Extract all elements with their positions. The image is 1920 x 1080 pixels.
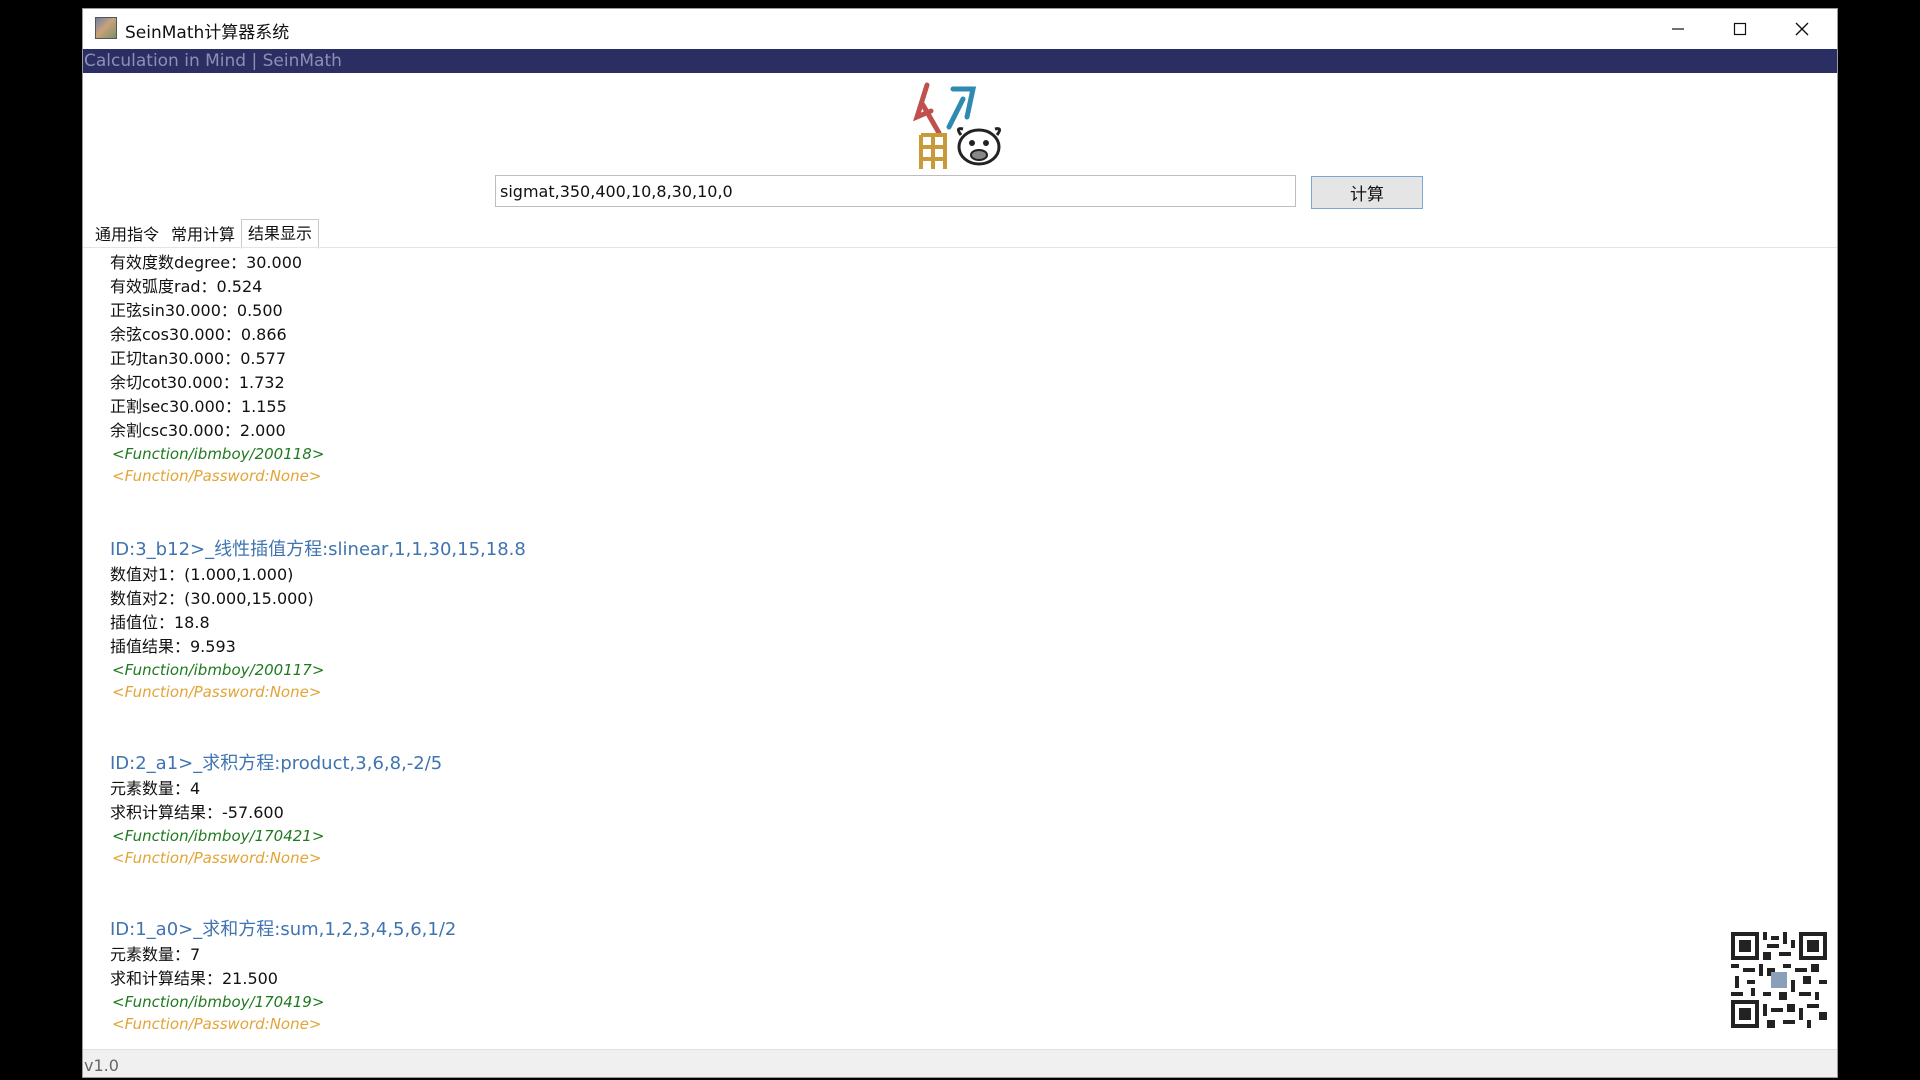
tab-bar: 通用指令 常用计算 结果显示 (89, 218, 320, 249)
result-block: ID:2_a1>_求积方程:product,3,6,8,-2/5 元素数量：4 … (110, 751, 1710, 869)
seinmath-logo-icon (912, 82, 1002, 169)
password-tag: <Function/Password:None> (112, 849, 322, 867)
function-tag: <Function/ibmboy/200118> (112, 445, 325, 463)
result-title: ID:2_a1>_求积方程:product,3,6,8,-2/5 (110, 753, 443, 774)
result-line: 余弦cos30.000：0.866 (110, 325, 287, 344)
maximize-button[interactable] (1709, 9, 1771, 49)
result-block: ID:3_b12>_线性插值方程:slinear,1,1,30,15,18.8 … (110, 537, 1710, 703)
result-line: 插值结果：9.593 (110, 637, 236, 656)
close-button[interactable] (1771, 9, 1833, 49)
minimize-button[interactable] (1647, 9, 1709, 49)
maximize-icon (1733, 22, 1747, 36)
result-line: 求积计算结果：-57.600 (110, 803, 284, 822)
close-icon (1795, 22, 1809, 36)
tab-results[interactable]: 结果显示 (241, 219, 320, 249)
result-line: 元素数量：4 (110, 779, 201, 798)
calculate-button[interactable]: 计算 (1311, 176, 1423, 209)
result-title: ID:3_b12>_线性插值方程:slinear,1,1,30,15,18.8 (110, 539, 526, 560)
result-line: 余割csc30.000：2.000 (110, 421, 286, 440)
tab-general-commands[interactable]: 通用指令 (89, 222, 165, 248)
minimize-icon (1672, 28, 1684, 30)
header-banner: Calculation in Mind | SeinMath (83, 49, 1837, 73)
result-line: 元素数量：7 (110, 945, 201, 964)
tab-divider (83, 247, 1837, 248)
status-bar: v1.0 (83, 1049, 1837, 1077)
qr-code-icon (1731, 932, 1827, 1028)
result-block: ID:1_a0>_求和方程:sum,1,2,3,4,5,6,1/2 元素数量：7… (110, 917, 1710, 1035)
result-line: 插值位：18.8 (110, 613, 210, 632)
result-line: 正切tan30.000：0.577 (110, 349, 287, 368)
result-line: 正弦sin30.000：0.500 (110, 301, 283, 320)
results-panel[interactable]: 有效度数degree：30.000 有效弧度rad：0.524 正弦sin30.… (110, 249, 1710, 1054)
result-line: 有效弧度rad：0.524 (110, 277, 263, 296)
result-line: 有效度数degree：30.000 (110, 253, 303, 272)
result-line: 正割sec30.000：1.155 (110, 397, 287, 416)
result-line: 求和计算结果：21.500 (110, 969, 278, 988)
password-tag: <Function/Password:None> (112, 683, 322, 701)
function-tag: <Function/ibmboy/170421> (112, 827, 325, 845)
result-line: 余切cot30.000：1.732 (110, 373, 285, 392)
result-line: 数值对2：(30.000,15.000) (110, 589, 314, 608)
command-input[interactable] (495, 175, 1296, 207)
result-block: 有效度数degree：30.000 有效弧度rad：0.524 正弦sin30.… (110, 251, 1710, 487)
app-window: SeinMath计算器系统 Calculation in Mind | Sein… (82, 8, 1838, 1078)
tab-common-calculations[interactable]: 常用计算 (165, 222, 241, 248)
app-icon (95, 17, 117, 39)
window-title: SeinMath计算器系统 (125, 23, 290, 43)
password-tag: <Function/Password:None> (112, 1015, 322, 1033)
result-title: ID:1_a0>_求和方程:sum,1,2,3,4,5,6,1/2 (110, 919, 457, 940)
function-tag: <Function/ibmboy/170419> (112, 993, 325, 1011)
password-tag: <Function/Password:None> (112, 467, 322, 485)
function-tag: <Function/ibmboy/200117> (112, 661, 325, 679)
version-label: v1.0 (84, 1056, 119, 1075)
result-line: 数值对1：(1.000,1.000) (110, 565, 294, 584)
title-bar[interactable]: SeinMath计算器系统 (83, 9, 1837, 49)
